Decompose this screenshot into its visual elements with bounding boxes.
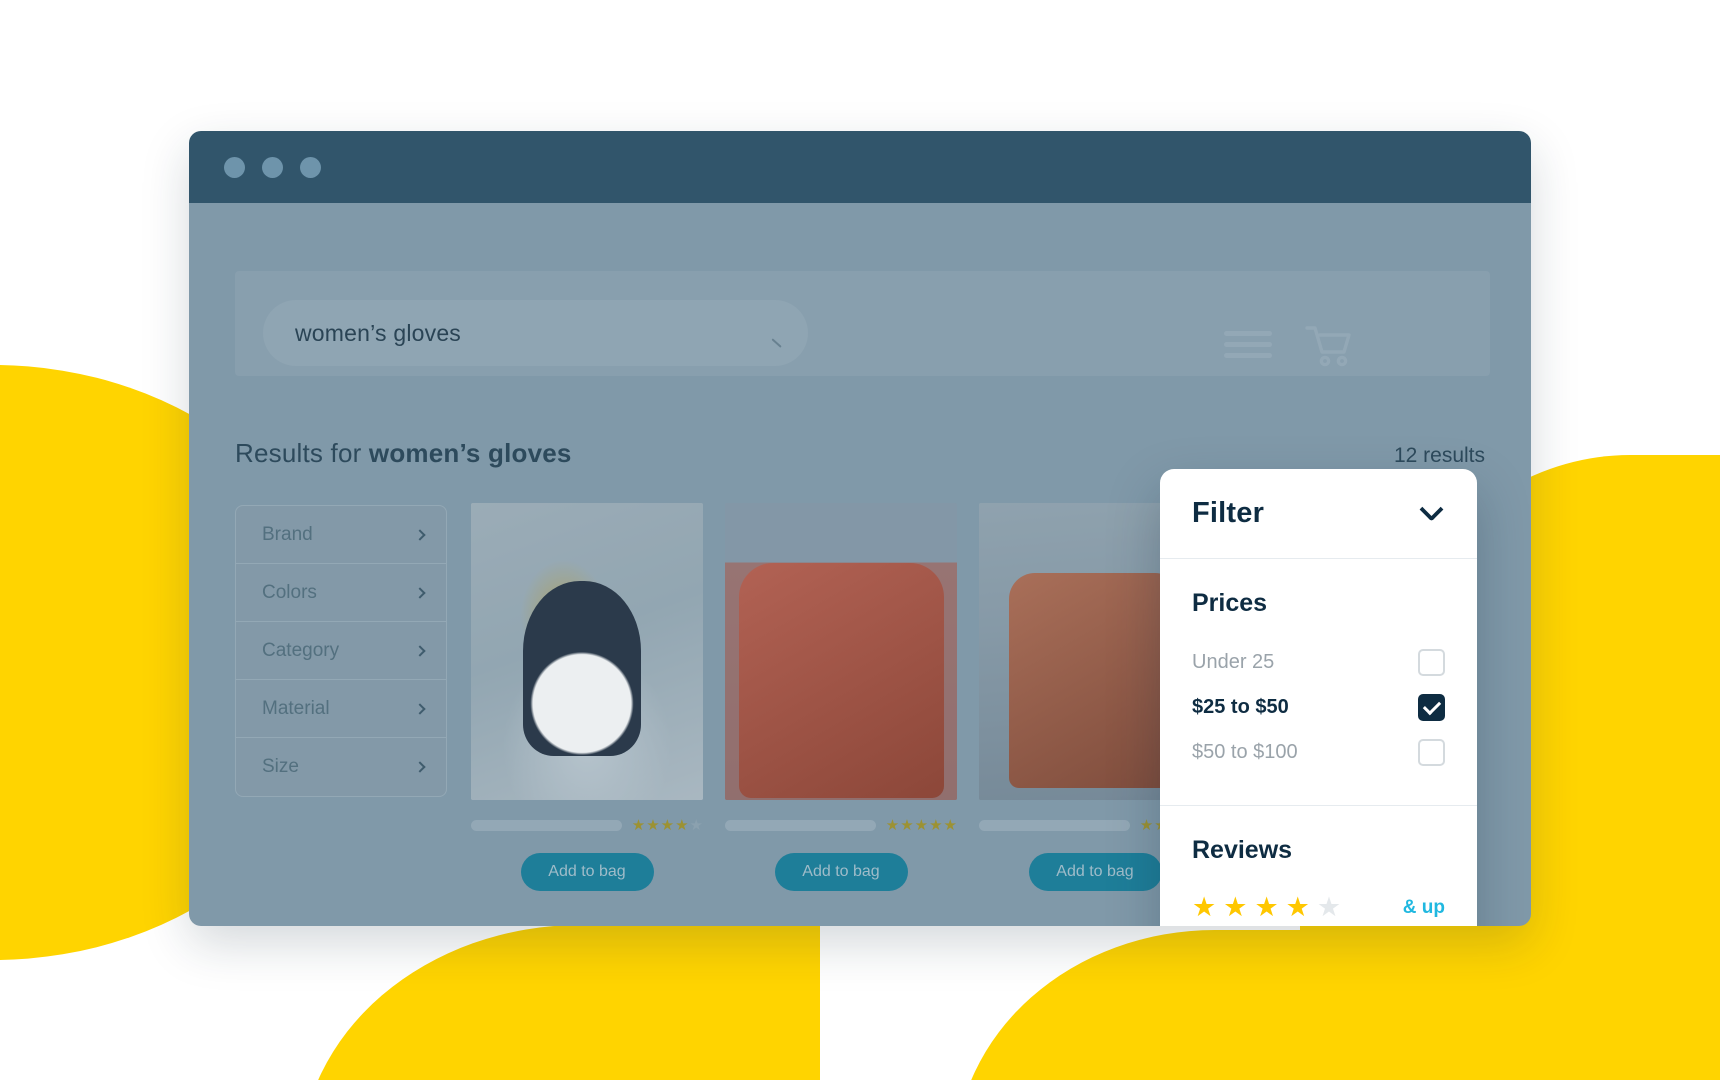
price-label: $25 to $50 xyxy=(1192,696,1289,718)
sidebar-item-brand[interactable]: Brand xyxy=(236,506,446,564)
sidebar-item-colors[interactable]: Colors xyxy=(236,564,446,622)
sidebar-item-size[interactable]: Size xyxy=(236,738,446,796)
reviews-heading: Reviews xyxy=(1192,836,1293,864)
facet-label: Size xyxy=(262,756,299,777)
results-header: Results for women’s gloves 12 results xyxy=(189,438,1531,469)
product-card[interactable]: ★★★★★ Add to bag xyxy=(725,503,957,891)
product-title-placeholder xyxy=(979,820,1130,831)
results-count: 12 results xyxy=(1393,444,1485,467)
product-meta: ★★★★★ xyxy=(725,818,957,833)
filter-panel: Filter Prices Under 25 $25 to $50 $50 to xyxy=(1160,469,1477,926)
hamburger-line xyxy=(1224,353,1272,358)
add-to-bag-button[interactable]: Add to bag xyxy=(774,853,908,891)
filter-panel-header[interactable]: Filter xyxy=(1160,469,1477,559)
filter-title: Filter xyxy=(1192,497,1265,529)
product-title-placeholder xyxy=(471,820,622,831)
shopping-cart-icon[interactable] xyxy=(1304,323,1356,369)
price-option-50-to-100[interactable]: $50 to $100 xyxy=(1192,730,1445,775)
product-rating: ★★★★★ xyxy=(885,817,957,834)
product-rating: ★★★★★ xyxy=(631,817,703,834)
price-checkbox[interactable] xyxy=(1418,649,1445,676)
browser-titlebar xyxy=(189,131,1531,203)
prices-heading: Prices xyxy=(1192,589,1268,617)
add-to-bag-button[interactable]: Add to bag xyxy=(520,853,654,891)
product-card[interactable]: ★★★★★ Add to bag xyxy=(471,503,703,891)
traffic-light-dot-maximize[interactable] xyxy=(300,156,321,178)
review-suffix: & up xyxy=(1402,896,1445,918)
hamburger-line xyxy=(1224,331,1272,336)
review-filter-4-and-up[interactable]: ★ ★ ★ ★ ★ & up xyxy=(1192,887,1445,926)
decorative-yellow-shape-bottom xyxy=(300,925,820,1080)
price-option-25-to-50[interactable]: $25 to $50 xyxy=(1192,685,1445,730)
hamburger-line xyxy=(1224,342,1272,347)
traffic-light-dot-minimize[interactable] xyxy=(262,156,283,178)
search-icon[interactable] xyxy=(750,316,784,350)
search-bar[interactable]: women’s gloves xyxy=(263,300,808,366)
price-option-under-25[interactable]: Under 25 xyxy=(1192,640,1445,685)
page-title: Results for women’s gloves xyxy=(235,438,572,469)
facet-label: Colors xyxy=(262,581,317,603)
chevron-right-icon xyxy=(414,702,426,715)
chevron-right-icon xyxy=(414,586,426,599)
reviews-section: Reviews ★★★★★ & up ★★★★★ & up xyxy=(1160,806,1477,926)
chevron-right-icon xyxy=(414,644,426,657)
add-to-bag-button[interactable]: Add to bag xyxy=(1028,853,1162,891)
price-checkbox[interactable] xyxy=(1418,739,1445,766)
browser-window: women’s gloves Results for women’s glove… xyxy=(189,131,1531,926)
facet-label: Brand xyxy=(262,523,313,545)
results-prefix: Results for xyxy=(235,438,369,468)
product-image[interactable] xyxy=(471,503,703,800)
facet-label: Category xyxy=(262,639,340,661)
price-label: $50 to $100 xyxy=(1192,741,1298,763)
facet-sidebar: Brand Colors Category Material Size xyxy=(235,505,447,797)
review-stars: ★ ★ ★ ★ ★ xyxy=(1192,892,1342,922)
search-input[interactable]: women’s gloves xyxy=(295,320,750,347)
page-content: women’s gloves Results for women’s glove… xyxy=(189,203,1531,926)
price-label: Under 25 xyxy=(1192,651,1275,673)
hamburger-menu-icon[interactable] xyxy=(1224,331,1272,358)
sidebar-item-material[interactable]: Material xyxy=(236,680,446,738)
results-query: women’s gloves xyxy=(368,438,572,468)
price-checkbox[interactable] xyxy=(1418,694,1445,721)
product-image[interactable] xyxy=(725,503,957,800)
product-meta: ★★★★★ xyxy=(471,818,703,833)
chevron-right-icon xyxy=(414,528,426,541)
facet-label: Material xyxy=(262,697,330,719)
chevron-down-icon[interactable] xyxy=(1419,496,1444,522)
prices-section: Prices Under 25 $25 to $50 $50 to $100 xyxy=(1160,559,1477,801)
chevron-right-icon xyxy=(414,761,426,773)
sidebar-item-category[interactable]: Category xyxy=(236,622,446,680)
product-title-placeholder xyxy=(725,820,876,831)
traffic-light-dot-close[interactable] xyxy=(224,156,245,178)
screenshot-root: women’s gloves Results for women’s glove… xyxy=(0,0,1720,1080)
